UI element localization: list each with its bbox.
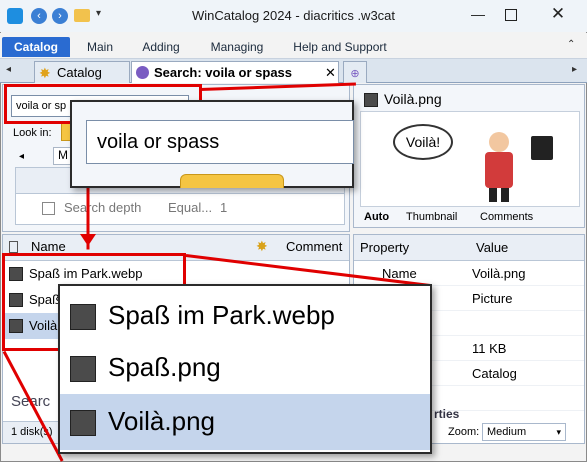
criteria-field: Search depth <box>64 200 142 215</box>
zoom-file-list-callout: Spaß im Park.webp Spaß.png Voilà.png <box>58 284 432 454</box>
comment-column-header[interactable]: Comment <box>286 239 342 254</box>
zoom-search-callout: voila or spass <box>70 100 354 188</box>
property-row[interactable]: Name Voilà.png <box>354 261 584 286</box>
property-value: Picture <box>472 291 513 306</box>
zoom-look-in-button <box>180 174 284 188</box>
menu-managing[interactable]: Managing <box>201 37 273 57</box>
ribbon-menu-bar: Catalog Main Adding Managing Help and Su… <box>0 33 587 59</box>
property-value: 11 KB <box>472 341 507 356</box>
top-hat <box>531 136 553 160</box>
tab-catalog-label: Catalog <box>57 65 102 80</box>
document-tab-bar: ◂ ✸ Catalog Search: voila or spass ✕ ⊕ ▸ <box>0 59 587 83</box>
tab-scroll-right-icon[interactable]: ▸ <box>572 64 577 75</box>
criteria-row[interactable]: Search depth Equal... 1 <box>16 198 344 220</box>
title-bar: ‹ › ▾ WinCatalog 2024 - diacritics .w3ca… <box>0 0 587 32</box>
property-column-header[interactable]: Property <box>360 240 409 255</box>
zoom-file-row: Spaß.png <box>60 342 430 394</box>
zoom-file-row: Spaß im Park.webp <box>60 290 430 342</box>
maximize-button[interactable] <box>505 9 517 21</box>
sun-column-icon: ✸ <box>256 238 268 254</box>
value-column-header[interactable]: Value <box>476 240 508 255</box>
preview-tab-thumbnail[interactable]: Thumbnail <box>406 211 457 223</box>
preview-image: Voilà! <box>360 111 580 207</box>
criteria-value[interactable]: 1 <box>220 200 227 215</box>
new-tab-button[interactable]: ⊕ <box>343 61 367 83</box>
file-type-column-icon <box>9 241 18 253</box>
close-button[interactable]: ✕ <box>543 4 573 26</box>
chevron-down-icon: ▾ <box>556 427 561 437</box>
zoom-file-row-name: Spaß im Park.webp <box>108 300 335 330</box>
criteria-checkbox[interactable] <box>42 202 55 215</box>
menu-help-and-support[interactable]: Help and Support <box>286 37 394 57</box>
preview-filename: Voilà.png <box>384 91 442 107</box>
preview-tab-auto[interactable]: Auto <box>364 211 389 223</box>
criteria-tab-scroll-icon[interactable]: ◂ <box>19 151 24 162</box>
preview-tab-comments[interactable]: Comments <box>480 211 533 223</box>
magician-figure <box>481 132 517 202</box>
tab-search[interactable]: Search: voila or spass ✕ <box>131 61 339 83</box>
property-value: Catalog <box>472 366 517 381</box>
catalog-star-icon: ✸ <box>39 65 51 81</box>
preview-panel: Voilà.png Voilà! Auto Thumbnail Comments <box>353 84 585 228</box>
image-file-icon <box>70 304 96 330</box>
zoom-label: Zoom: <box>448 426 480 438</box>
minimize-button[interactable]: — <box>463 6 493 26</box>
tab-scroll-left-icon[interactable]: ◂ <box>6 64 11 75</box>
zoom-search-input: voila or spass <box>86 120 354 164</box>
zoom-file-row-name: Spaß.png <box>108 352 221 382</box>
zoom-select-value: Medium <box>487 426 527 438</box>
properties-section-header: rties <box>434 407 460 421</box>
preview-file-icon <box>364 93 378 107</box>
search-tab-icon <box>136 66 149 79</box>
window-title: WinCatalog 2024 - diacritics .w3cat <box>191 8 396 23</box>
zoom-file-row-selected: Voilà.png <box>60 394 430 450</box>
property-value: Voilà.png <box>472 266 526 281</box>
zoom-file-row-name: Voilà.png <box>108 406 215 436</box>
collapse-ribbon-icon[interactable]: ⌃ <box>567 39 575 50</box>
tab-close-icon[interactable]: ✕ <box>325 62 336 84</box>
new-tab-icon: ⊕ <box>350 68 360 80</box>
menu-main[interactable]: Main <box>78 37 122 57</box>
speech-bubble: Voilà! <box>393 124 453 160</box>
callout-arrow-icon <box>80 234 96 246</box>
menu-catalog[interactable]: Catalog <box>2 37 70 57</box>
name-column-header[interactable]: Name <box>31 239 66 254</box>
tab-search-label: Search: voila or spass <box>154 65 293 80</box>
image-file-icon <box>70 410 96 436</box>
zoom-select[interactable]: Medium ▾ <box>482 423 566 441</box>
properties-header: Property Value <box>354 235 584 261</box>
tab-catalog[interactable]: ✸ Catalog <box>34 61 130 83</box>
image-file-icon <box>70 356 96 382</box>
criteria-operator[interactable]: Equal... <box>168 200 212 215</box>
look-in-label: Look in: <box>13 127 52 139</box>
menu-adding[interactable]: Adding <box>133 37 189 57</box>
